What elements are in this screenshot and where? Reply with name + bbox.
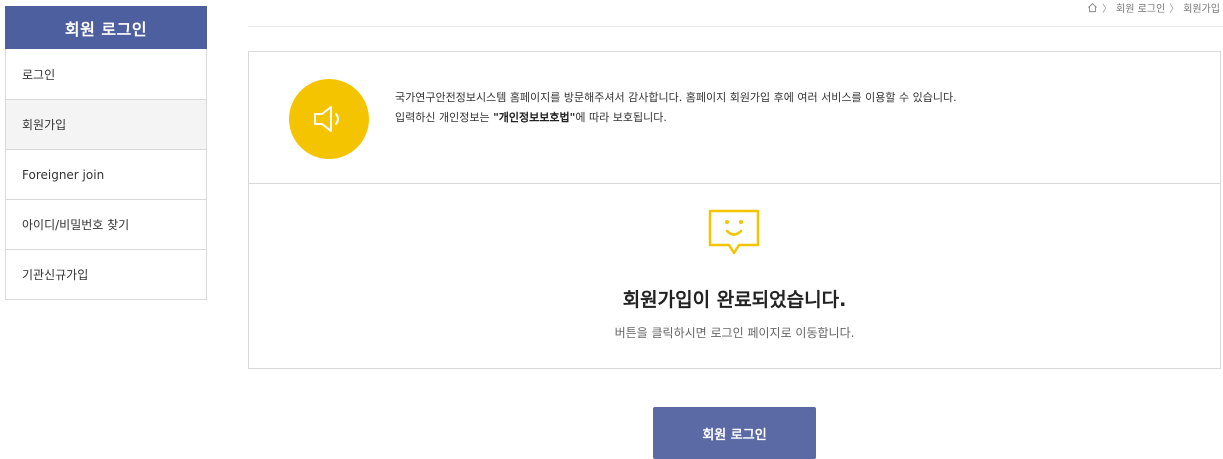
breadcrumb-item-login[interactable]: 회원 로그인 — [1116, 0, 1165, 15]
breadcrumb-separator-icon: 〉 — [1169, 4, 1180, 15]
member-login-button[interactable]: 회원 로그인 — [653, 407, 816, 459]
complete-description: 버튼을 클릭하시면 로그인 페이지로 이동합니다. — [614, 326, 855, 340]
notice-text: 국가연구안전정보시스템 홈페이지를 방문해주셔서 감사합니다. 홈페이지 회원가… — [395, 88, 957, 128]
smile-speech-bubble-icon — [708, 209, 760, 255]
notice-section: 국가연구안전정보시스템 홈페이지를 방문해주셔서 감사합니다. 홈페이지 회원가… — [249, 52, 1220, 184]
sidebar-menu: 로그인 회원가입 Foreigner join 아이디/비밀번호 찾기 기관신규… — [5, 49, 207, 300]
breadcrumb-item-signup: 회원가입 — [1183, 4, 1220, 15]
sidebar-title: 회원 로그인 — [5, 6, 207, 49]
notice-line-2-prefix: 입력하신 개인정보는 — [395, 111, 494, 124]
sidebar-item-institution-signup[interactable]: 기관신규가입 — [6, 249, 206, 299]
speaker-icon — [289, 79, 369, 159]
content-box: 국가연구안전정보시스템 홈페이지를 방문해주셔서 감사합니다. 홈페이지 회원가… — [248, 51, 1221, 369]
privacy-law-text: "개인정보보호법" — [493, 111, 576, 124]
complete-section: 회원가입이 완료되었습니다. 버튼을 클릭하시면 로그인 페이지로 이동합니다. — [249, 185, 1220, 369]
breadcrumb-separator-icon: 〉 — [1102, 4, 1112, 15]
sidebar-item-login[interactable]: 로그인 — [6, 49, 206, 99]
breadcrumb: 〉 회원 로그인 〉 회원가입 — [1087, 0, 1220, 15]
sidebar-item-signup[interactable]: 회원가입 — [6, 99, 206, 149]
notice-line-2: 입력하신 개인정보는 "개인정보보호법"에 따라 보호됩니다. — [395, 108, 957, 128]
sidebar-item-find-id-password[interactable]: 아이디/비밀번호 찾기 — [6, 199, 206, 249]
home-icon[interactable] — [1087, 2, 1098, 13]
sidebar-item-foreigner-join[interactable]: Foreigner join — [6, 149, 206, 199]
notice-line-2-suffix: 에 따라 보호됩니다. — [575, 111, 667, 124]
notice-line-1: 국가연구안전정보시스템 홈페이지를 방문해주셔서 감사합니다. 홈페이지 회원가… — [395, 91, 957, 104]
complete-title: 회원가입이 완료되었습니다. — [622, 289, 847, 311]
header-divider — [248, 26, 1223, 27]
